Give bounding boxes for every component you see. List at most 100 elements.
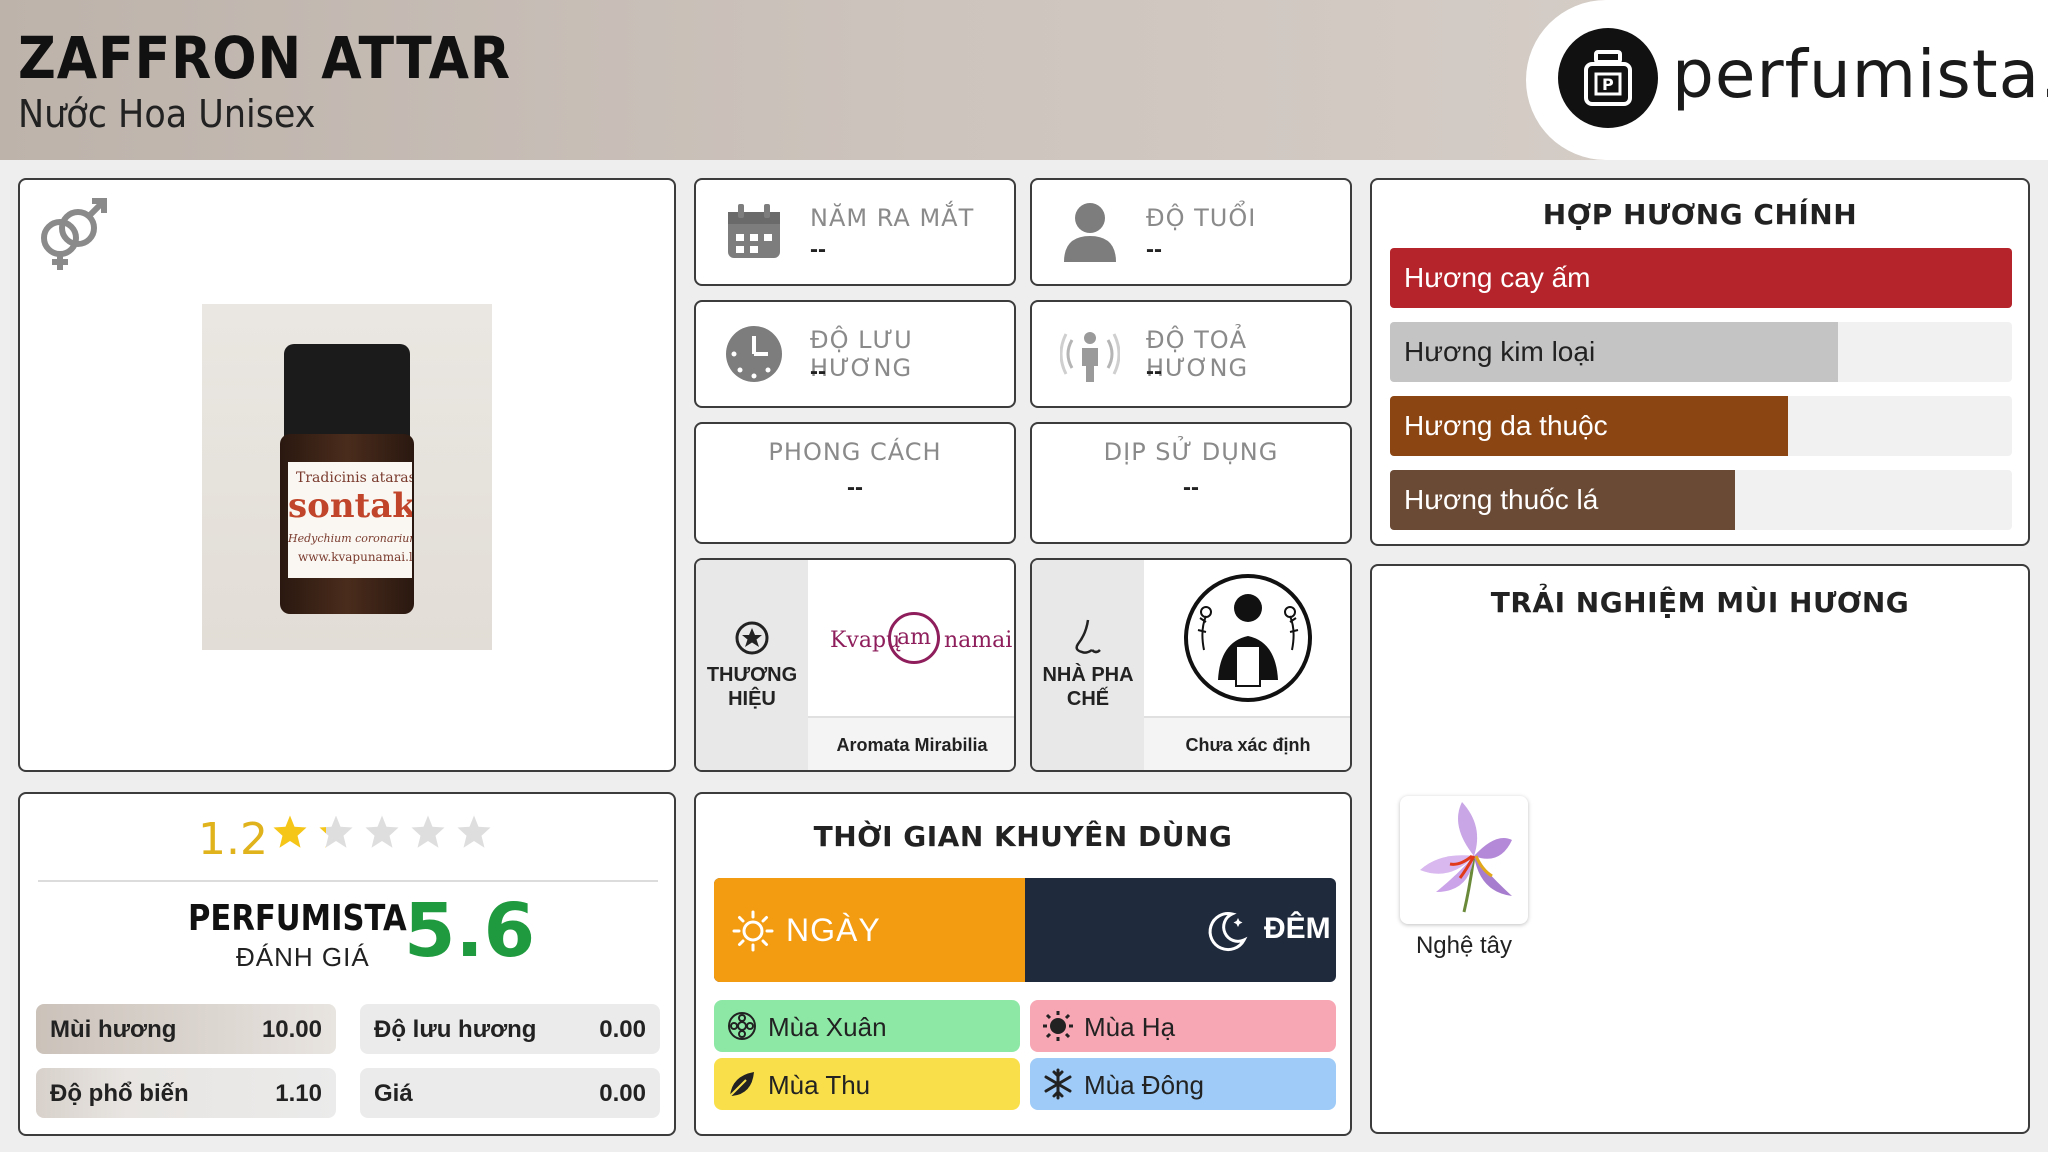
main-accords-title: HỢP HƯƠNG CHÍNH bbox=[1542, 198, 1858, 231]
star-circle-icon bbox=[734, 620, 770, 661]
recommended-time-card: THỜI GIAN KHUYÊN DÙNG NGÀY ĐÊM Mùa Xuân … bbox=[694, 792, 1352, 1136]
season-label: Mùa Thu bbox=[768, 1070, 871, 1100]
perfumer-avatar-icon bbox=[1144, 560, 1350, 716]
occasion-label: DỊP SỬ DỤNG bbox=[1103, 438, 1279, 466]
stat-value: 10.00 bbox=[261, 1016, 322, 1043]
brand-logo: Kvapų am namai bbox=[808, 560, 1014, 716]
perfumer-label-line1: NHÀ PHA bbox=[1042, 664, 1134, 686]
launch-year-value: -- bbox=[810, 236, 826, 263]
brand-logo-mid: am bbox=[888, 612, 940, 664]
rating-stars bbox=[272, 814, 512, 864]
longevity-label: ĐỘ LƯU HƯƠNG bbox=[810, 326, 913, 382]
accord-row: Hương thuốc lá bbox=[1390, 470, 2012, 530]
sillage-icon bbox=[1059, 324, 1121, 389]
moon-icon bbox=[1204, 908, 1250, 959]
person-icon bbox=[1060, 200, 1120, 269]
perfumista-score: 5.6 bbox=[404, 888, 536, 974]
snowflake-icon bbox=[1042, 1068, 1074, 1100]
style-value: -- bbox=[847, 474, 863, 501]
day-label: NGÀY bbox=[786, 912, 881, 948]
accord-row: Hương kim loại bbox=[1390, 322, 2012, 382]
day-night-bar: NGÀY ĐÊM bbox=[714, 878, 1336, 982]
bottle-label-line2: sontaki bbox=[288, 486, 412, 526]
perfume-subtitle: Nước Hoa Unisex bbox=[18, 92, 316, 136]
longevity-value: -- bbox=[810, 358, 826, 385]
age-card: ĐỘ TUỔI -- bbox=[1030, 178, 1352, 286]
site-logo[interactable]: P perfumista.vn bbox=[1526, 0, 2048, 160]
calendar-icon bbox=[724, 202, 784, 267]
note-item[interactable]: Nghệ tây bbox=[1400, 796, 1528, 960]
season-label: Mùa Đông bbox=[1084, 1070, 1204, 1100]
main-accords-card: HỢP HƯƠNG CHÍNH Hương cay ấm Hương kim l… bbox=[1370, 178, 2030, 546]
stat-label: Giá bbox=[374, 1080, 413, 1107]
bottle-label: Tradicinis ataras sontaki Hedychium coro… bbox=[288, 462, 412, 578]
bottle-label-line1: Tradicinis ataras bbox=[296, 470, 412, 486]
style-label: PHONG CÁCH bbox=[768, 438, 942, 466]
header-bar: ZAFFRON ATTAR Nước Hoa Unisex P perfumis… bbox=[0, 0, 2048, 160]
season-winter: Mùa Đông bbox=[1030, 1058, 1336, 1110]
stat-longevity: Độ lưu hương 0.00 bbox=[360, 1004, 660, 1054]
star-icon bbox=[273, 815, 307, 848]
sun-icon bbox=[1042, 1010, 1074, 1042]
recommended-time-title: THỜI GIAN KHUYÊN DÙNG bbox=[813, 820, 1233, 853]
accord-label: Hương kim loại bbox=[1404, 336, 1596, 367]
stat-value: 1.10 bbox=[275, 1080, 322, 1107]
scent-experience-title: TRẢI NGHIỆM MÙI HƯƠNG bbox=[1490, 586, 1910, 619]
perfumista-label: PERFUMISTA bbox=[188, 898, 407, 939]
brand-name[interactable]: Aromata Mirabilia bbox=[808, 716, 1014, 770]
scent-experience-card: TRẢI NGHIỆM MÙI HƯƠNG Nghệ tây bbox=[1370, 564, 2030, 1134]
age-label: ĐỘ TUỔI bbox=[1146, 204, 1257, 232]
longevity-card: ĐỘ LƯU HƯƠNG -- bbox=[694, 300, 1016, 408]
stat-value: 0.00 bbox=[599, 1016, 646, 1043]
brand-card[interactable]: THƯƠNG HIỆU Kvapų am namai Aromata Mirab… bbox=[694, 558, 1016, 772]
occasion-card: DỊP SỬ DỤNG -- bbox=[1030, 422, 1352, 544]
perfumer-label-line2: CHẾ bbox=[1066, 688, 1110, 710]
night-label: ĐÊM bbox=[1264, 912, 1331, 945]
brand-label-panel: THƯƠNG HIỆU bbox=[696, 560, 808, 770]
rating-card: 1.2 PERFUMISTA ĐÁNH GIÁ 5.6 Mùi hương 10… bbox=[18, 792, 676, 1136]
stat-price: Giá 0.00 bbox=[360, 1068, 660, 1118]
stat-label: Độ phổ biến bbox=[50, 1080, 189, 1107]
user-rating-score: 1.2 bbox=[198, 814, 268, 865]
brand-label-line1: THƯƠNG bbox=[706, 664, 798, 686]
star-icon bbox=[319, 815, 353, 848]
logo-text: perfumista.vn bbox=[1672, 36, 2048, 113]
bottle-cap bbox=[284, 344, 410, 442]
product-photo: Tradicinis ataras sontaki Hedychium coro… bbox=[202, 304, 492, 650]
launch-year-card: NĂM RA MẮT -- bbox=[694, 178, 1016, 286]
accord-row: Hương cay ấm bbox=[1390, 248, 2012, 308]
season-summer: Mùa Hạ bbox=[1030, 1000, 1336, 1052]
age-value: -- bbox=[1146, 236, 1162, 263]
season-label: Mùa Hạ bbox=[1084, 1012, 1176, 1042]
svg-text:P: P bbox=[1602, 75, 1614, 94]
rating-divider bbox=[38, 880, 658, 882]
accord-label: Hương thuốc lá bbox=[1404, 484, 1599, 515]
saffron-flower-icon bbox=[1400, 796, 1528, 924]
accord-label: Hương da thuộc bbox=[1404, 410, 1608, 441]
sillage-card: ĐỘ TOẢ HƯƠNG -- bbox=[1030, 300, 1352, 408]
stat-scent: Mùi hương 10.00 bbox=[36, 1004, 336, 1054]
perfumer-card[interactable]: NHÀ PHA CHẾ Chưa xác định bbox=[1030, 558, 1352, 772]
season-spring: Mùa Xuân bbox=[714, 1000, 1020, 1052]
perfumista-sub: ĐÁNH GIÁ bbox=[236, 942, 370, 972]
nose-icon bbox=[1072, 618, 1104, 663]
star-icon bbox=[411, 815, 445, 848]
perfumer-label-panel: NHÀ PHA CHẾ bbox=[1032, 560, 1144, 770]
stat-label: Độ lưu hương bbox=[374, 1016, 537, 1043]
star-icon bbox=[457, 815, 491, 848]
sun-icon bbox=[732, 910, 774, 957]
style-card: PHONG CÁCH -- bbox=[694, 422, 1016, 544]
season-label: Mùa Xuân bbox=[768, 1012, 887, 1042]
brand-logo-right: namai bbox=[944, 628, 1013, 653]
perfume-title: ZAFFRON ATTAR bbox=[18, 24, 512, 92]
bottle-label-line4: www.kvapunamai.lt bbox=[298, 550, 412, 564]
perfume-bottle-logo-icon: P bbox=[1558, 28, 1658, 128]
stat-popularity: Độ phổ biến 1.10 bbox=[36, 1068, 336, 1118]
brand-logo-mid-text: am bbox=[897, 625, 931, 650]
unisex-gender-icon bbox=[34, 196, 112, 279]
star-icon bbox=[365, 815, 399, 848]
spring-flower-icon bbox=[726, 1010, 758, 1042]
brand-label-line2: HIỆU bbox=[728, 688, 776, 710]
perfumer-name[interactable]: Chưa xác định bbox=[1144, 716, 1350, 770]
stat-value: 0.00 bbox=[599, 1080, 646, 1107]
